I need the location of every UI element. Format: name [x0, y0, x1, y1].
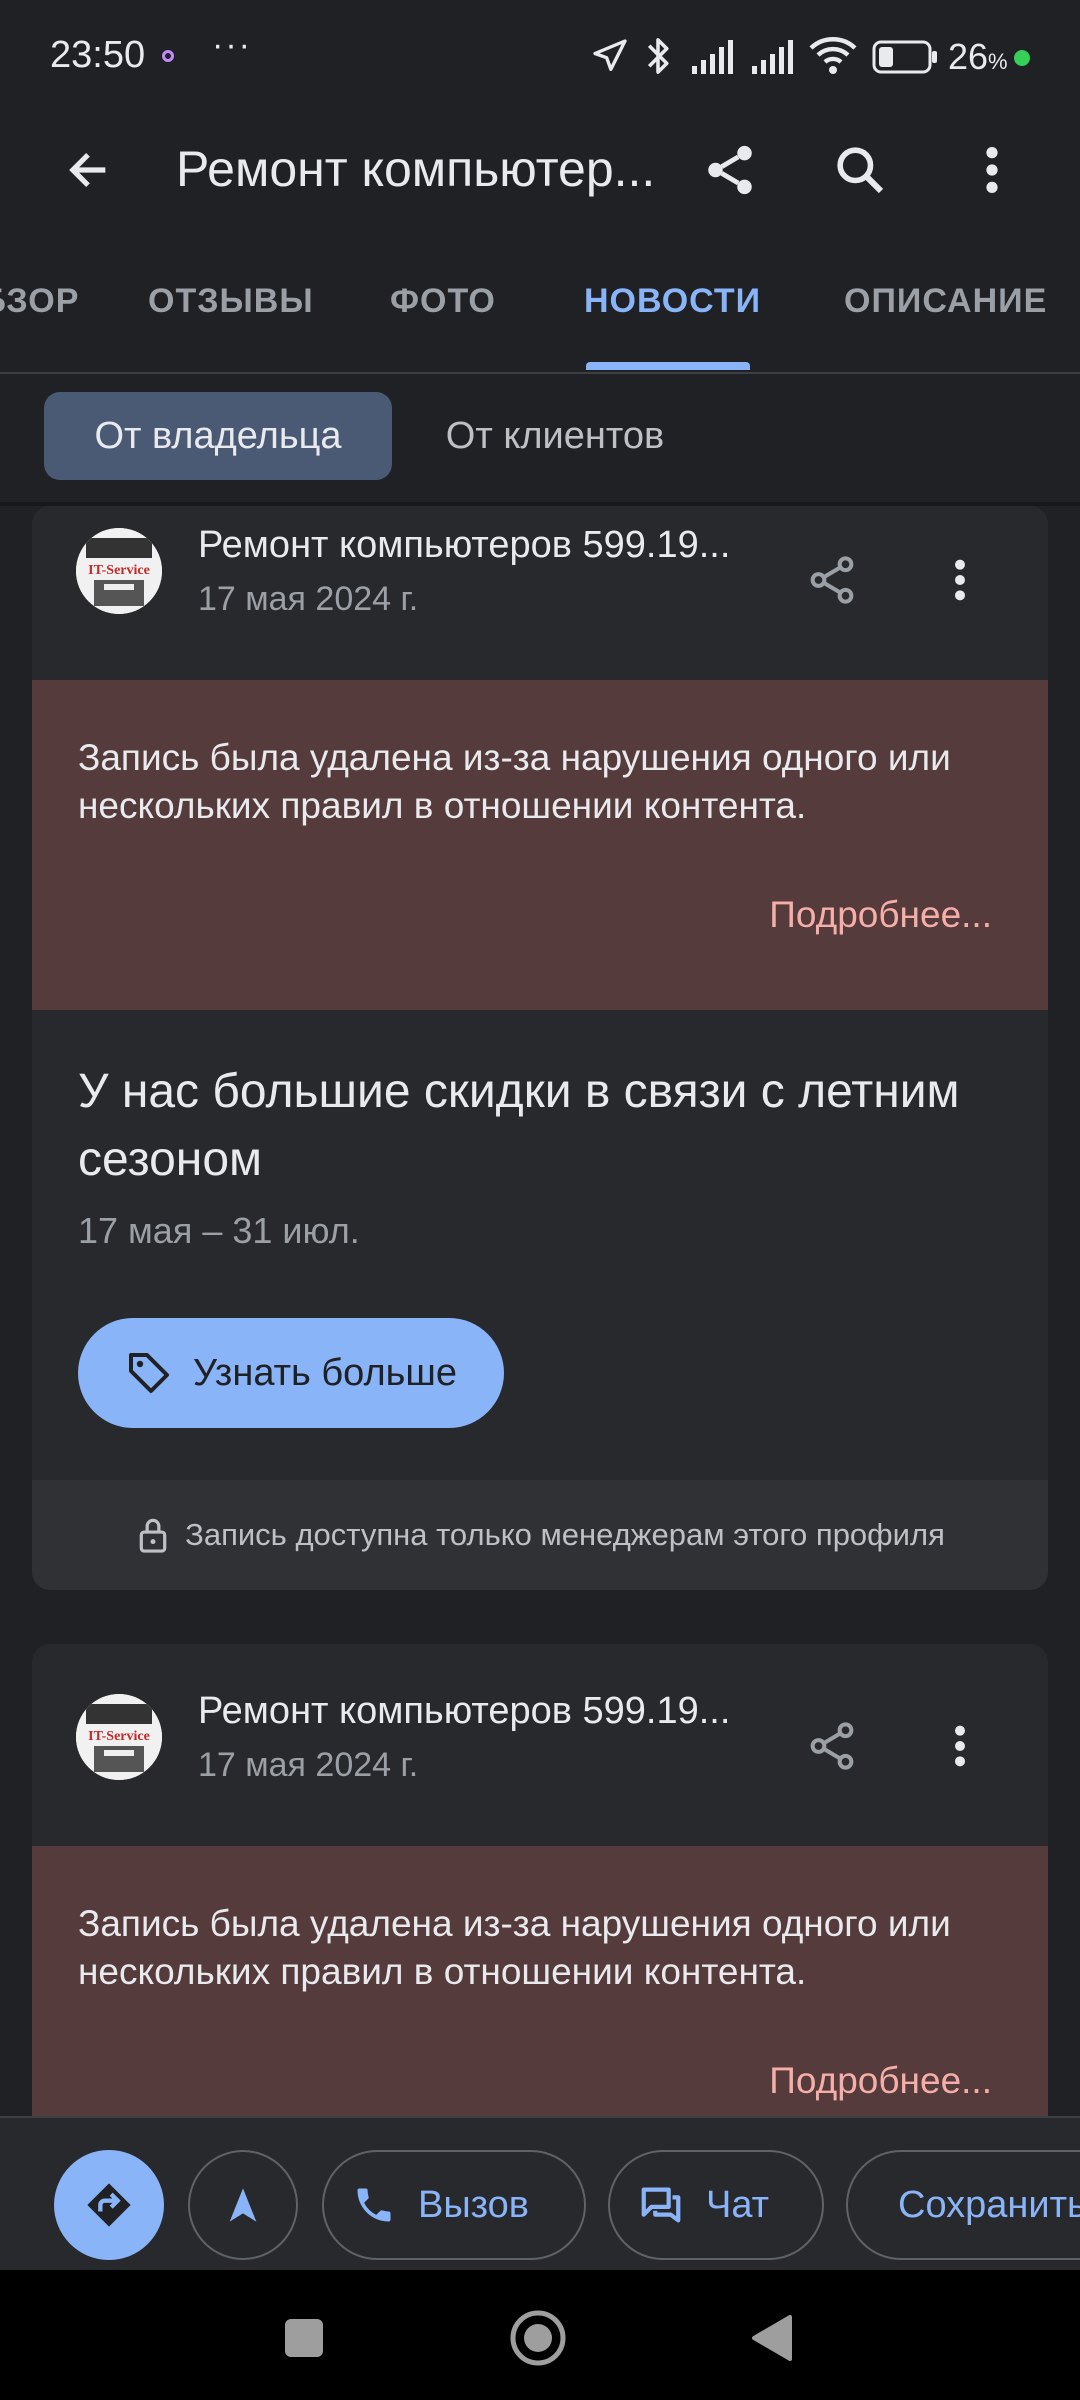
- search-button[interactable]: [820, 130, 900, 210]
- navigation-arrow-icon: [229, 2188, 257, 2222]
- svg-text:IT-Service: IT-Service: [88, 1729, 150, 1744]
- back-button[interactable]: [52, 130, 124, 210]
- privacy-indicator-dot: [1014, 50, 1030, 66]
- avatar[interactable]: IT-Service: [76, 1694, 162, 1780]
- learn-more-link[interactable]: Подробнее...: [769, 894, 992, 936]
- post-author-name[interactable]: Ремонт компьютеров 599.19...: [198, 1690, 730, 1733]
- phone-icon: [357, 2188, 391, 2222]
- more-notifications-icon: ···: [212, 26, 252, 64]
- tab-overview[interactable]: ОБЗОР: [0, 282, 79, 321]
- wifi-icon: [809, 37, 857, 74]
- removed-notice-text: Запись была удалена из-за нарушения одно…: [78, 737, 951, 826]
- avatar[interactable]: IT-Service: [76, 528, 162, 614]
- directions-button[interactable]: [54, 2150, 164, 2260]
- tab-about[interactable]: ОПИСАНИЕ: [844, 282, 1047, 321]
- more-vert-icon: [955, 559, 965, 601]
- overflow-menu-button[interactable]: [952, 130, 1032, 210]
- learn-more-button-label: Узнать больше: [192, 1351, 458, 1394]
- chat-button[interactable]: Чат: [608, 2150, 824, 2260]
- post-menu-button[interactable]: [920, 1706, 1000, 1786]
- home-circle-icon: [510, 2310, 566, 2366]
- tab-bar: ОБЗОР ОТЗЫВЫ ФОТО НОВОСТИ ОПИСАНИЕ: [0, 262, 1080, 374]
- share-icon: [708, 145, 752, 195]
- directions-icon: [87, 2183, 131, 2227]
- svg-text:IT-Service: IT-Service: [88, 563, 150, 578]
- battery-icon: [872, 40, 937, 74]
- more-vert-icon: [986, 147, 998, 193]
- back-triangle-icon: [752, 2315, 792, 2361]
- bluetooth-icon: [647, 38, 669, 74]
- post-date: 17 мая 2024 г.: [198, 1746, 419, 1784]
- start-navigation-button[interactable]: [188, 2150, 298, 2260]
- more-vert-icon: [955, 1725, 965, 1767]
- filter-owner-chip[interactable]: От владельца: [44, 392, 392, 480]
- arrow-back-icon: [69, 152, 106, 188]
- signal-1-icon: [692, 40, 733, 74]
- tab-photos[interactable]: ФОТО: [390, 282, 496, 321]
- removed-notice: Запись была удалена из-за нарушения одно…: [32, 1846, 1048, 2116]
- post-author-name[interactable]: Ремонт компьютеров 599.19...: [198, 524, 730, 567]
- save-button[interactable]: Сохранить: [846, 2150, 1080, 2260]
- removed-notice-text: Запись была удалена из-за нарушения одно…: [78, 1903, 951, 1992]
- status-time: 23:50: [50, 34, 146, 76]
- location-arrow-icon: [593, 39, 627, 72]
- active-tab-indicator: [586, 362, 750, 370]
- lock-icon: [139, 1518, 167, 1553]
- page-title: Ремонт компьютер...: [176, 141, 656, 197]
- home-button[interactable]: [496, 2296, 580, 2380]
- visibility-note-text: Запись доступна только менеджерам этого …: [185, 1517, 945, 1552]
- system-nav-bar: [0, 2270, 1080, 2400]
- share-icon: [810, 556, 854, 604]
- share-button[interactable]: [690, 130, 770, 210]
- back-nav-button[interactable]: [730, 2296, 814, 2380]
- save-button-label: Сохранить: [898, 2183, 1080, 2226]
- post-date: 17 мая 2024 г.: [198, 580, 419, 618]
- post-menu-button[interactable]: [920, 540, 1000, 620]
- call-button[interactable]: Вызов: [322, 2150, 586, 2260]
- battery-percent: 26%: [948, 36, 1008, 77]
- learn-more-button[interactable]: Узнать больше: [78, 1318, 504, 1428]
- search-icon: [837, 147, 884, 194]
- recents-button[interactable]: [262, 2296, 346, 2380]
- business-logo-icon: IT-Service: [76, 1694, 162, 1780]
- visibility-note: Запись доступна только менеджерам этого …: [32, 1480, 1048, 1590]
- notification-dot-icon: [162, 50, 174, 62]
- tab-reviews[interactable]: ОТЗЫВЫ: [148, 282, 314, 321]
- call-button-label: Вызов: [418, 2183, 529, 2226]
- offer-dates: 17 мая – 31 июл.: [78, 1210, 360, 1251]
- chat-icon: [641, 2187, 681, 2223]
- removed-notice: Запись была удалена из-за нарушения одно…: [32, 680, 1048, 1010]
- chat-button-label: Чат: [706, 2183, 770, 2226]
- post-share-button[interactable]: [792, 1706, 872, 1786]
- share-icon: [810, 1722, 854, 1770]
- tab-news[interactable]: НОВОСТИ: [584, 282, 761, 321]
- post-card: IT-Service Ремонт компьютеров 599.19... …: [32, 506, 1048, 1590]
- action-bar: Вызов Чат Сохранить: [0, 2116, 1080, 2272]
- learn-more-link[interactable]: Подробнее...: [769, 2060, 992, 2102]
- business-logo-icon: IT-Service: [76, 528, 162, 614]
- recents-square-icon: [285, 2319, 323, 2357]
- signal-2-icon: [752, 40, 793, 74]
- status-bar: 23:50 ··· 26%: [0, 0, 1080, 110]
- post-card: IT-Service Ремонт компьютеров 599.19... …: [32, 1644, 1048, 2116]
- filter-clients-chip[interactable]: От клиентов: [410, 392, 700, 480]
- post-share-button[interactable]: [792, 540, 872, 620]
- tag-icon: [128, 1353, 169, 1393]
- offer-title: У нас большие скидки в связи с летним се…: [78, 1065, 960, 1186]
